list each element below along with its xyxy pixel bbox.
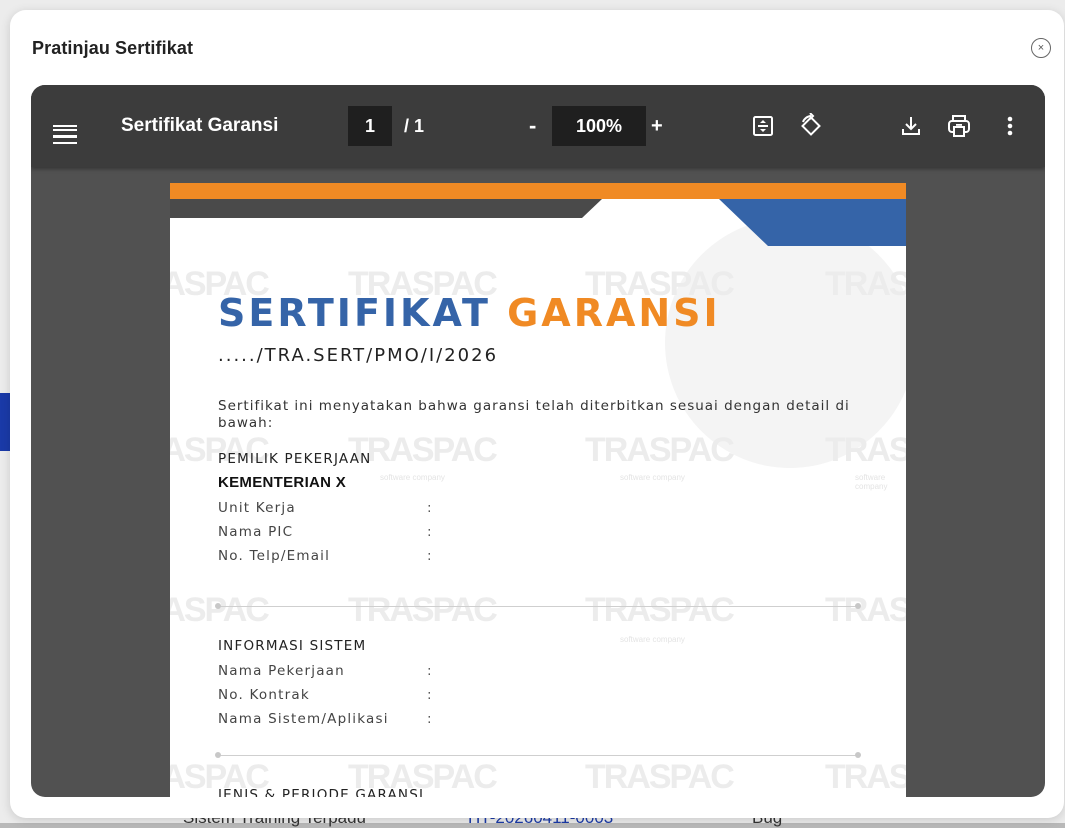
watermark-subtitle: software company: [620, 473, 685, 482]
watermark: TRASPAC: [825, 591, 906, 629]
section-divider: [218, 606, 858, 607]
field-colon: :: [427, 687, 432, 703]
watermark-subtitle: software company: [380, 473, 445, 482]
field-label: Unit Kerja: [218, 500, 296, 516]
owner-section-heading: PEMILIK PEKERJAAN: [218, 451, 372, 467]
field-label: Nama Sistem/Aplikasi: [218, 711, 389, 727]
watermark: TRASPAC: [585, 431, 735, 469]
watermark: TRASPAC: [825, 431, 906, 469]
page-total: / 1: [404, 115, 425, 136]
print-icon[interactable]: [946, 85, 972, 167]
modal-title: Pratinjau Sertifikat: [32, 38, 194, 58]
certificate-number: ...../TRA.SERT/PMO/I/2026: [218, 345, 499, 366]
field-label: Nama Pekerjaan: [218, 663, 345, 679]
divider-dot: [855, 603, 861, 609]
divider-dot: [855, 752, 861, 758]
field-colon: :: [427, 524, 432, 540]
background-accent: [0, 393, 10, 451]
watermark: TRASPAC: [825, 758, 906, 796]
section-divider: [218, 755, 858, 756]
close-icon[interactable]: ×: [1031, 38, 1051, 58]
watermark: TRASPAC: [585, 591, 735, 629]
document-title: Sertifikat Garansi: [121, 115, 279, 136]
field-colon: :: [427, 500, 432, 516]
zoom-out-button[interactable]: -: [529, 85, 536, 167]
field-label: Nama PIC: [218, 524, 294, 540]
field-colon: :: [427, 663, 432, 679]
field-label: No. Kontrak: [218, 687, 310, 703]
pdf-viewer: Sertifikat Garansi 1 / 1 - 100% + ASPAC …: [31, 85, 1045, 797]
divider-dot: [215, 752, 221, 758]
watermark: TRASPAC: [585, 758, 735, 796]
zoom-level-input[interactable]: 100%: [552, 106, 646, 146]
certificate-page: TRASPAC TRASPAC TRASPAC TRASPAC TRASPAC …: [170, 183, 906, 797]
warranty-section-heading: JENIS & PERIODE GARANSI: [218, 787, 425, 797]
watermark: TRASPAC: [348, 591, 498, 629]
owner-name: KEMENTERIAN X: [218, 474, 347, 491]
certificate-preview-modal: Pratinjau Sertifikat × Sertifikat Garans…: [10, 10, 1064, 818]
watermark-subtitle: software company: [855, 473, 888, 491]
certificate-title: SERTIFIKAT GARANSI: [218, 291, 721, 335]
download-icon[interactable]: [899, 85, 923, 167]
field-colon: :: [427, 711, 432, 727]
pdf-toolbar: Sertifikat Garansi 1 / 1 - 100% +: [31, 85, 1045, 167]
field-label: No. Telp/Email: [218, 548, 331, 564]
zoom-in-button[interactable]: +: [651, 85, 663, 167]
system-section-heading: INFORMASI SISTEM: [218, 638, 367, 654]
fit-page-icon[interactable]: [751, 85, 775, 167]
more-vert-icon[interactable]: [1006, 85, 1014, 167]
certificate-intro: Sertifikat ini menyatakan bahwa garansi …: [218, 398, 850, 431]
watermark: TRASPAC: [825, 265, 906, 303]
field-colon: :: [427, 548, 432, 564]
watermark-subtitle: software company: [620, 635, 685, 644]
watermark: TRASPAC: [170, 591, 270, 629]
rotate-icon[interactable]: [798, 85, 824, 167]
hamburger-menu-icon[interactable]: [53, 85, 79, 167]
page-number-input[interactable]: 1: [348, 106, 392, 146]
divider-dot: [215, 603, 221, 609]
certificate-title-part2: GARANSI: [507, 291, 721, 335]
certificate-title-part1: SERTIFIKAT: [218, 291, 491, 335]
